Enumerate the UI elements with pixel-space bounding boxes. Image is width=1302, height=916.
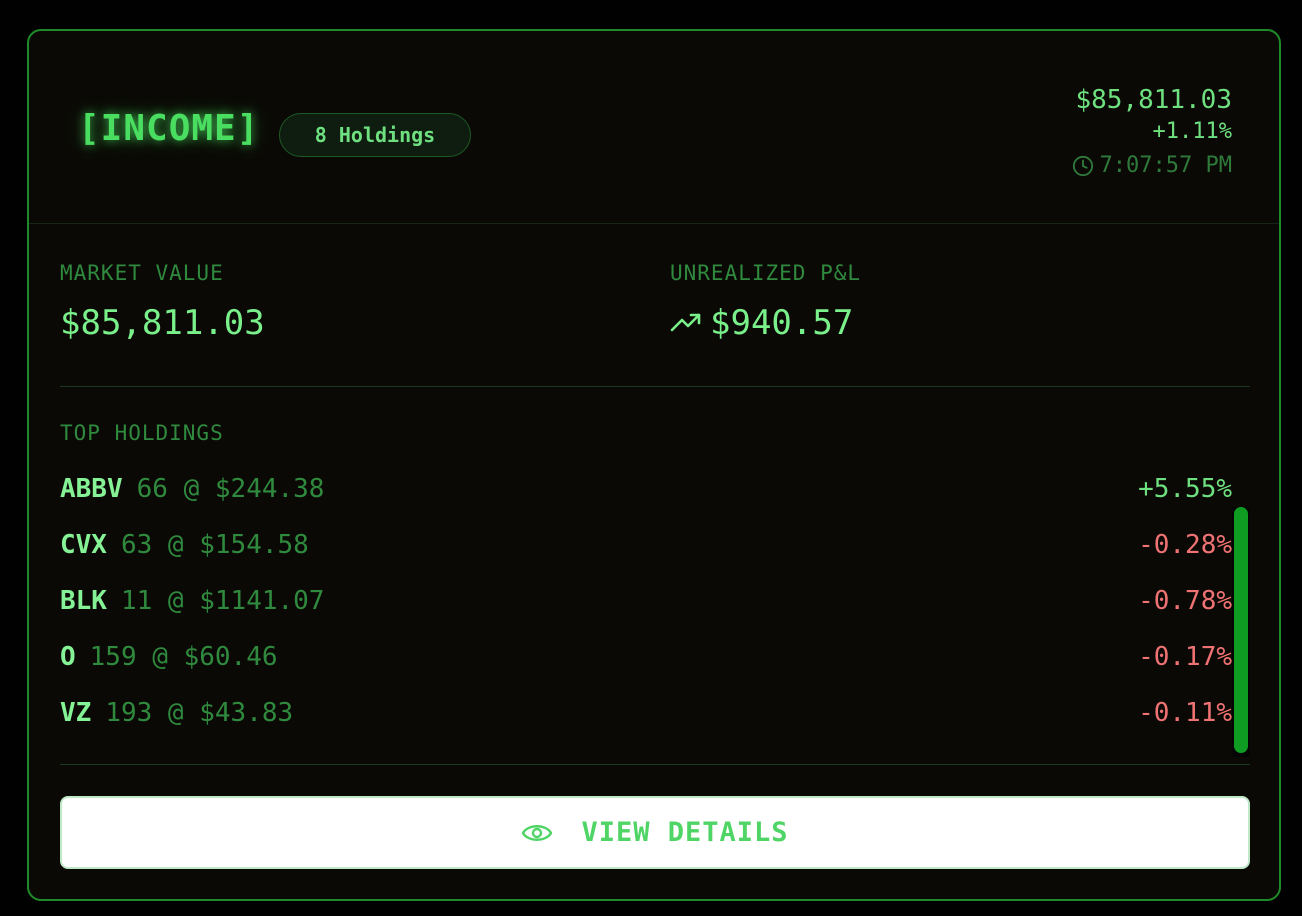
holding-row[interactable]: CVX 63 @ $154.58 -0.28% (60, 517, 1232, 573)
holding-ticker: CVX (60, 530, 107, 560)
top-holdings-label: TOP HOLDINGS (60, 421, 224, 445)
header-change-pct: +1.11% (1152, 119, 1232, 144)
portfolio-title: [INCOME] (78, 108, 260, 149)
trending-up-icon (670, 313, 701, 332)
holding-ticker: O (60, 642, 76, 672)
holding-position: 63 @ $154.58 (120, 530, 309, 560)
holding-change: -0.11% (1138, 698, 1232, 728)
holdings-count-badge: 8 Holdings (279, 113, 471, 157)
header-total-value: $85,811.03 (1075, 85, 1232, 115)
holding-position: 11 @ $1141.07 (120, 586, 325, 616)
header-timestamp: 7:07:57 PM (1072, 147, 1232, 185)
holding-row[interactable]: O 159 @ $60.46 -0.17% (60, 629, 1232, 685)
unrealized-pnl-value-row: $940.57 (670, 303, 861, 343)
holding-row[interactable]: ABBV 66 @ $244.38 +5.55% (60, 461, 1232, 517)
holding-change: -0.28% (1138, 530, 1232, 560)
market-value-label: MARKET VALUE (60, 261, 224, 285)
card-header: [INCOME] 8 Holdings $85,811.03 +1.11% 7:… (29, 31, 1279, 224)
holding-row[interactable]: VZ 193 @ $43.83 -0.11% (60, 685, 1232, 741)
holding-ticker: ABBV (60, 474, 123, 504)
holding-position: 193 @ $43.83 (105, 698, 294, 728)
holding-change: -0.17% (1138, 642, 1232, 672)
market-value-metric: MARKET VALUE $85,811.03 (60, 261, 265, 343)
holding-ticker: VZ (60, 698, 92, 728)
holdings-list: ABBV 66 @ $244.38 +5.55% CVX 63 @ $154.5… (60, 461, 1232, 741)
header-summary: $85,811.03 +1.11% 7:07:57 PM (1072, 83, 1232, 185)
view-details-label: VIEW DETAILS (581, 817, 789, 848)
holdings-scrollbar-thumb[interactable] (1234, 507, 1248, 753)
holding-change: +5.55% (1138, 474, 1232, 504)
unrealized-pnl-label: UNREALIZED P&L (670, 261, 862, 285)
timestamp-text: 7:07:57 PM (1099, 153, 1232, 178)
holding-ticker: BLK (60, 586, 107, 616)
view-details-button[interactable]: VIEW DETAILS (60, 796, 1250, 869)
holding-position: 159 @ $60.46 (89, 642, 278, 672)
top-holdings-section: TOP HOLDINGS ABBV 66 @ $244.38 +5.55% CV… (60, 421, 1250, 765)
unrealized-pnl-value: $940.57 (710, 303, 854, 343)
unrealized-pnl-metric: UNREALIZED P&L $940.57 (670, 261, 861, 343)
holding-position: 66 @ $244.38 (136, 474, 325, 504)
eye-icon (522, 824, 553, 841)
clock-icon (1072, 155, 1093, 177)
portfolio-card: [INCOME] 8 Holdings $85,811.03 +1.11% 7:… (27, 29, 1281, 901)
market-value: $85,811.03 (60, 303, 265, 343)
holding-row[interactable]: BLK 11 @ $1141.07 -0.78% (60, 573, 1232, 629)
holding-change: -0.78% (1138, 586, 1232, 616)
metrics-section: MARKET VALUE $85,811.03 UNREALIZED P&L $… (60, 261, 1250, 387)
